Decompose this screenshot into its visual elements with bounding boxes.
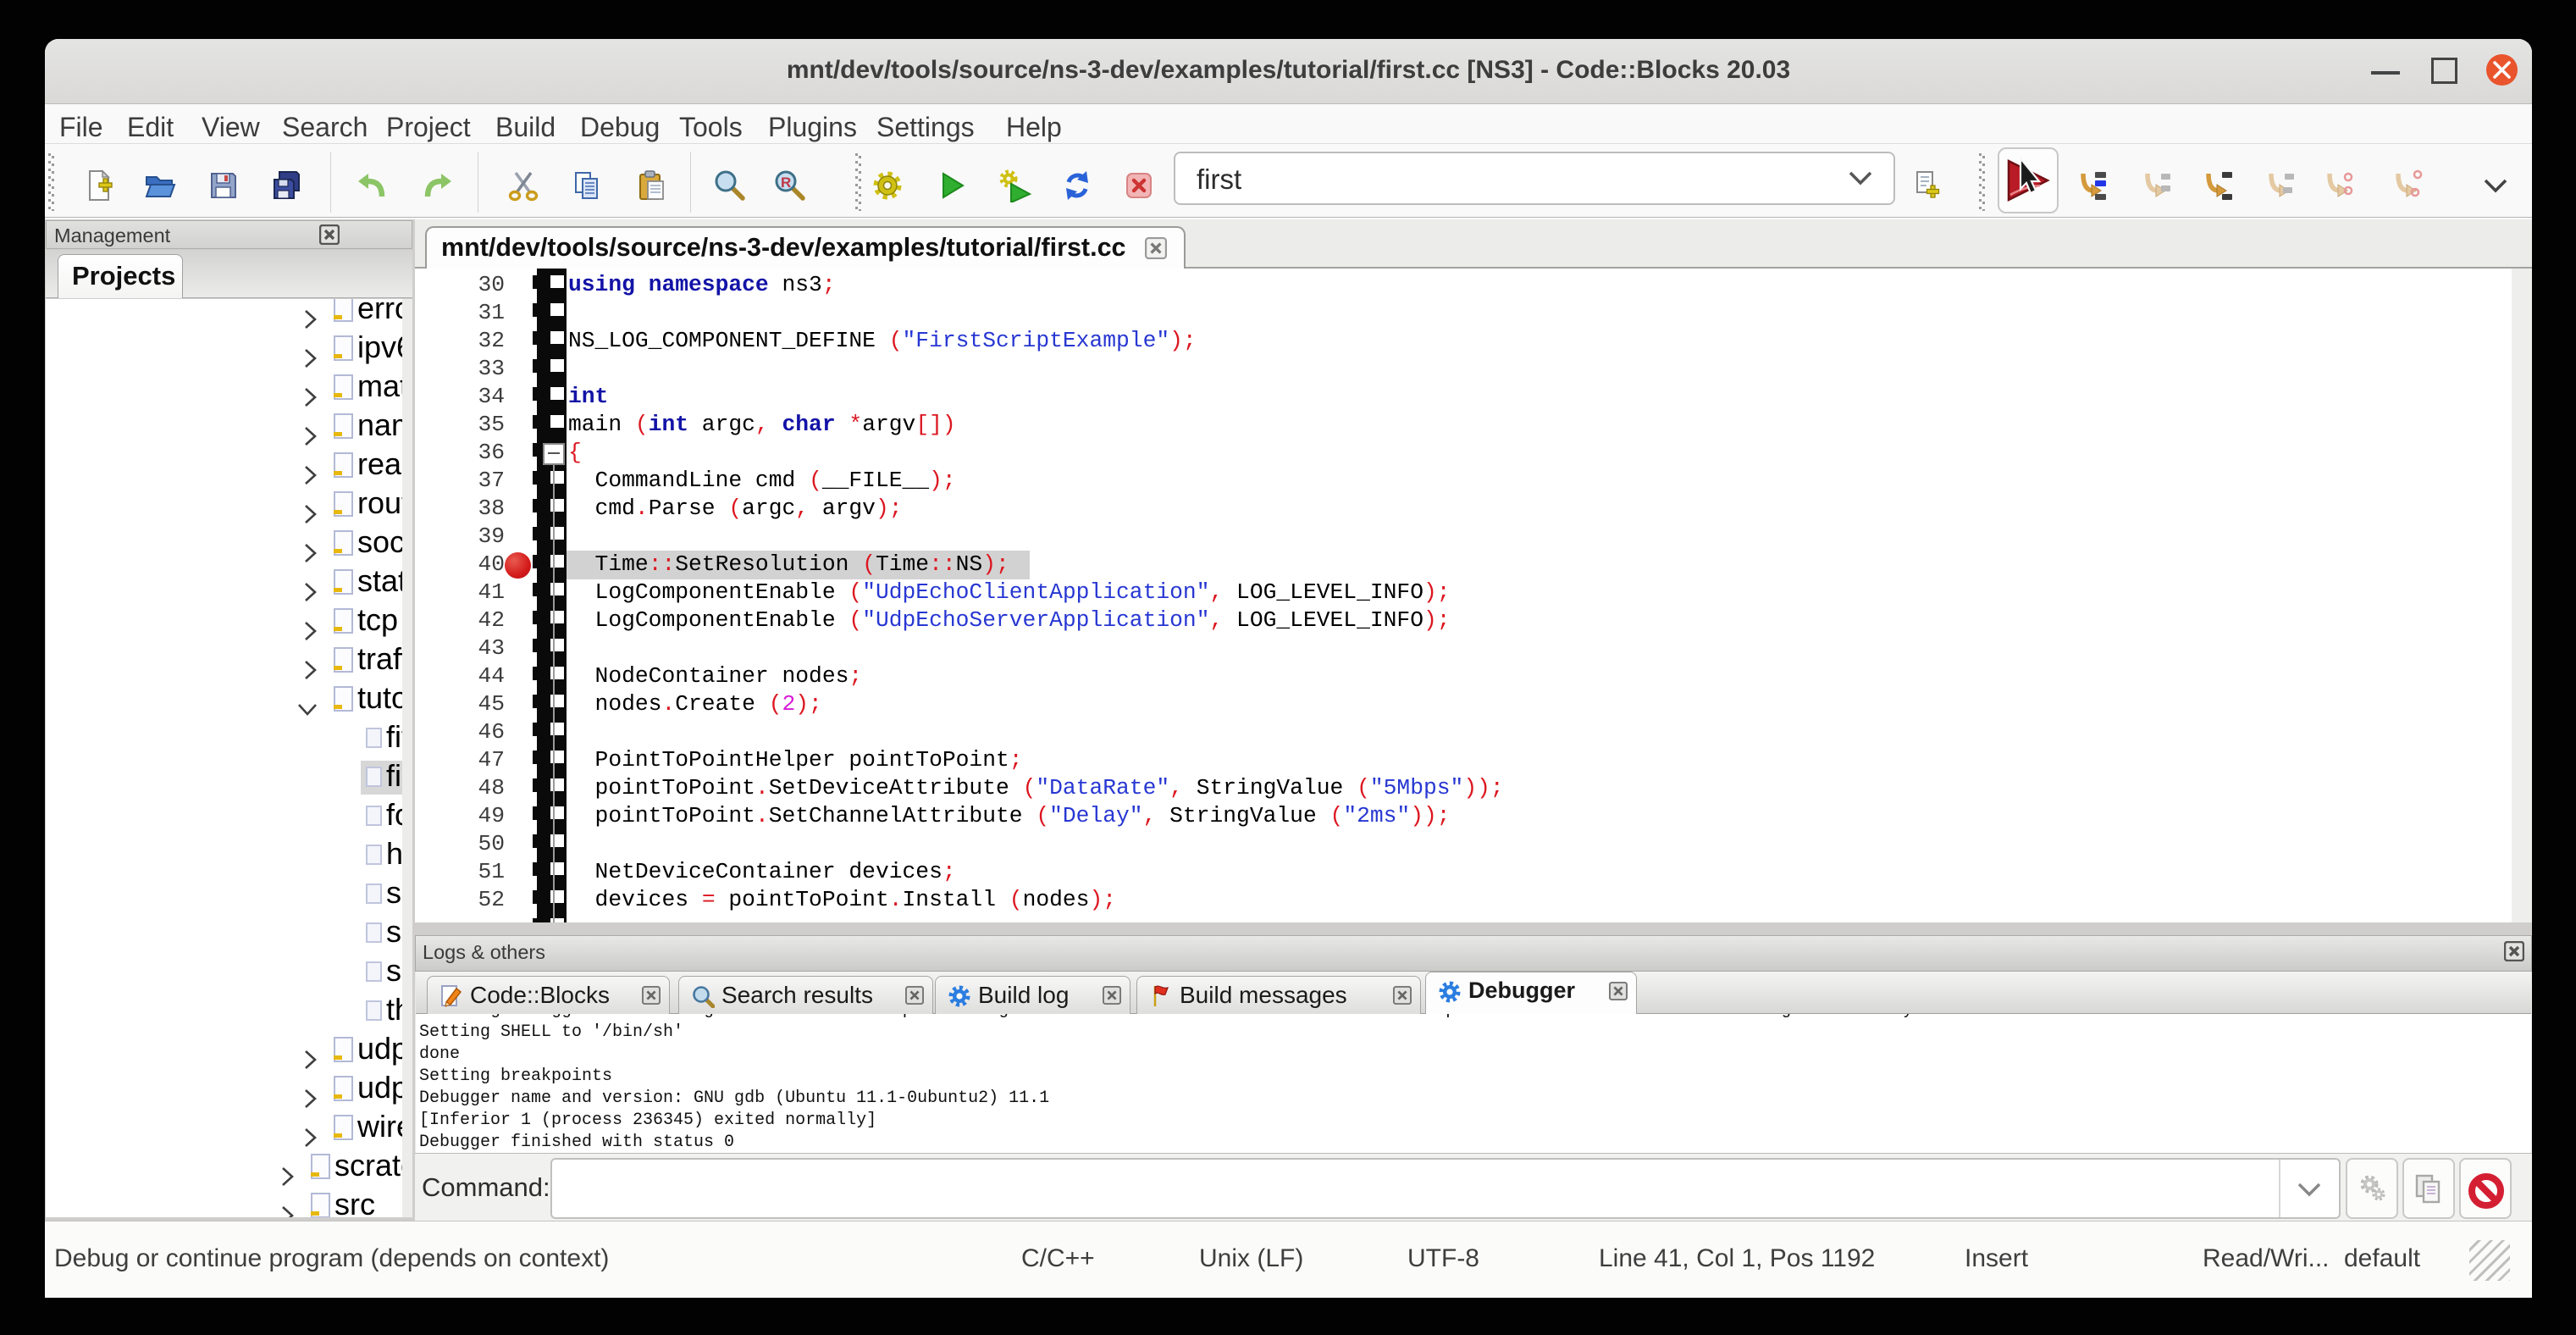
svg-text:R: R [781, 174, 791, 191]
